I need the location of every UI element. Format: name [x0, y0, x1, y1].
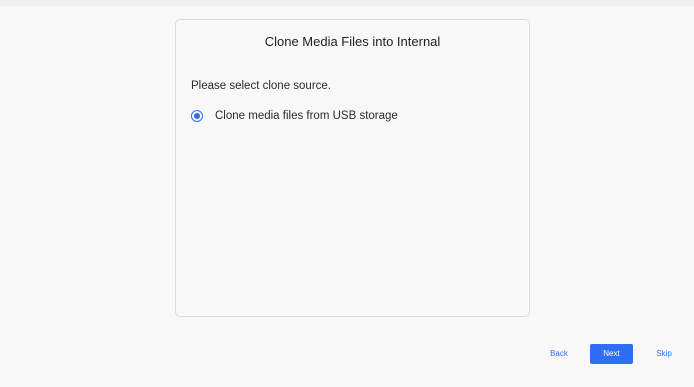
back-button[interactable]: Back	[546, 344, 572, 364]
radio-selected-dot	[194, 113, 200, 119]
setup-screen: Clone Media Files into Internal Please s…	[0, 6, 694, 387]
skip-button[interactable]: Skip	[652, 344, 676, 364]
radio-button-selected[interactable]	[191, 110, 203, 122]
dialog-title: Clone Media Files into Internal	[264, 34, 441, 49]
option-clone-from-usb[interactable]: Clone media files from USB storage	[191, 110, 398, 122]
next-button[interactable]: Next	[590, 344, 633, 364]
option-label: Clone media files from USB storage	[215, 110, 398, 122]
clone-dialog: Clone Media Files into Internal Please s…	[175, 19, 530, 317]
clone-source-prompt: Please select clone source.	[191, 80, 331, 92]
